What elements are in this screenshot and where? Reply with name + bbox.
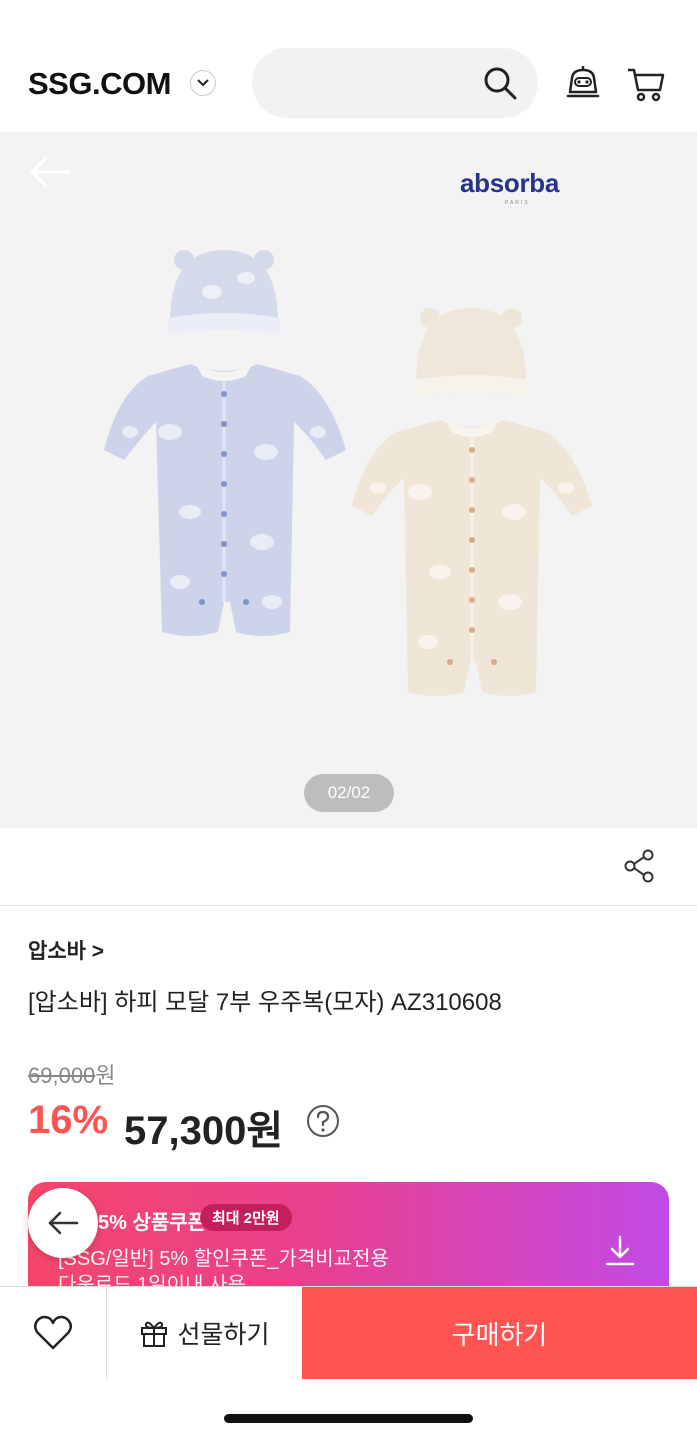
coupon-banner[interactable]: 5% 상품쿠폰 최대 2만원 [SSG/일반] 5% 할인쿠폰_가격비교전용 다… <box>28 1182 669 1292</box>
home-indicator <box>224 1414 473 1423</box>
back-arrow-icon <box>48 1211 79 1235</box>
coupon-title: 5% 상품쿠폰 <box>98 1212 207 1234</box>
original-price: 69,000원 <box>28 1058 116 1090</box>
beige-hat <box>414 308 528 396</box>
heart-icon <box>34 1315 72 1350</box>
bottom-action-bar: 선물하기 구매하기 <box>0 1286 697 1379</box>
gift-button-label: 선물하기 <box>177 1321 270 1349</box>
original-price-unit: 원 <box>95 1063 116 1088</box>
floating-back-button[interactable] <box>28 1188 98 1258</box>
coupon-max-badge: 최대 2만원 <box>200 1204 292 1231</box>
like-button[interactable] <box>0 1287 107 1379</box>
blue-hat <box>168 250 280 334</box>
download-icon[interactable] <box>604 1234 636 1268</box>
mall-selector-chevron-icon[interactable] <box>190 70 216 96</box>
gift-icon <box>141 1321 168 1347</box>
gift-button[interactable]: 선물하기 <box>107 1287 302 1379</box>
chatbot-icon[interactable] <box>564 64 602 102</box>
coupon-description: [SSG/일반] 5% 할인쿠폰_가격비교전용 <box>58 1248 389 1270</box>
buy-button[interactable]: 구매하기 <box>302 1287 697 1379</box>
product-title: [압소바] 하피 모달 7부 우주복(모자) AZ310608 <box>28 989 502 1016</box>
share-row <box>0 828 697 906</box>
brand-link[interactable]: 압소바 > <box>28 935 104 965</box>
search-input[interactable] <box>252 48 538 118</box>
top-header: SSG.COM <box>0 0 697 132</box>
product-image-gallery[interactable]: absorba PARIS 02/02 <box>0 132 697 828</box>
cart-icon[interactable] <box>626 64 666 104</box>
original-price-value: 69,000 <box>28 1063 96 1088</box>
sale-price: 57,300원 <box>124 1109 284 1153</box>
search-icon[interactable] <box>482 65 518 101</box>
product-photo <box>104 250 592 696</box>
beige-romper <box>352 420 592 696</box>
ssg-logo[interactable]: SSG.COM <box>28 66 171 102</box>
blue-romper <box>104 364 346 636</box>
price-info-icon[interactable] <box>306 1104 340 1138</box>
image-pager: 02/02 <box>304 774 394 812</box>
share-icon[interactable] <box>622 848 658 884</box>
discount-rate: 16% <box>28 1098 109 1142</box>
